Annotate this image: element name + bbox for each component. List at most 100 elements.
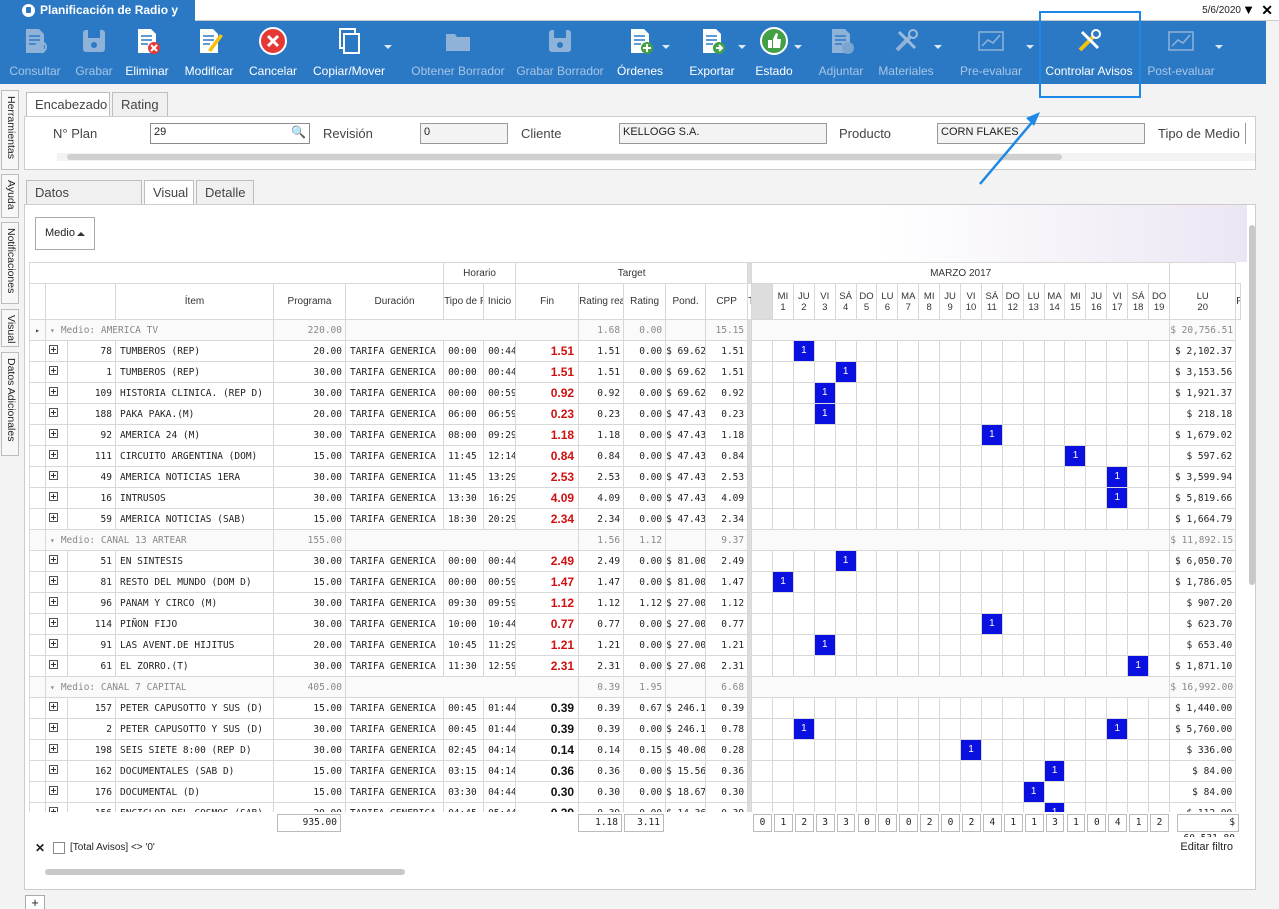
calendar-cell[interactable]	[1022, 613, 1045, 635]
calendar-cell[interactable]	[1043, 424, 1066, 446]
calendar-cell[interactable]	[897, 340, 920, 362]
expand-icon[interactable]	[29, 676, 46, 698]
calendar-cell[interactable]	[834, 718, 857, 740]
calendar-cell[interactable]	[1148, 382, 1171, 404]
calendar-cell[interactable]	[897, 739, 920, 761]
calendar-cell[interactable]: 1	[1106, 466, 1129, 488]
calendar-cell[interactable]	[855, 550, 878, 572]
calendar-cell[interactable]	[960, 571, 982, 593]
calendar-cell[interactable]	[876, 550, 899, 572]
calendar-cell[interactable]	[980, 466, 1003, 488]
ribbon-modificar-button[interactable]: Modificar	[176, 21, 242, 84]
calendar-cell[interactable]	[1106, 739, 1129, 761]
calendar-cell[interactable]	[1022, 550, 1045, 572]
calendar-cell[interactable]	[834, 403, 857, 425]
calendar-cell[interactable]	[792, 781, 815, 803]
calendar-cell[interactable]	[772, 550, 794, 572]
calendar-cell[interactable]	[855, 760, 878, 782]
ribbon-grabar-button[interactable]: Grabar	[70, 21, 118, 84]
calendar-cell[interactable]	[813, 613, 836, 635]
calendar-cell[interactable]	[834, 487, 857, 509]
column-header[interactable]: Inicio	[483, 283, 517, 320]
calendar-cell[interactable]	[918, 508, 941, 530]
expand-row-icon[interactable]	[49, 345, 58, 354]
calendar-cell[interactable]	[1001, 508, 1024, 530]
calendar-cell[interactable]: 1	[960, 739, 982, 761]
expand-row-icon[interactable]	[49, 702, 58, 711]
calendar-cell[interactable]	[918, 655, 941, 677]
calendar-cell[interactable]	[1064, 466, 1087, 488]
ribbon-exportar-button[interactable]: Exportar	[680, 21, 746, 84]
calendar-cell[interactable]	[918, 739, 941, 761]
calendar-cell[interactable]	[834, 697, 857, 719]
calendar-cell[interactable]	[772, 424, 794, 446]
calendar-cell[interactable]	[918, 760, 941, 782]
calendar-cell[interactable]	[834, 634, 857, 656]
calendar-cell[interactable]	[1148, 718, 1171, 740]
calendar-cell[interactable]	[1127, 592, 1150, 614]
calendar-cell[interactable]	[772, 445, 794, 467]
ribbon-adjuntar-button[interactable]: Adjuntar	[812, 21, 870, 84]
calendar-cell[interactable]	[1085, 739, 1108, 761]
calendar-cell[interactable]: 1	[813, 382, 836, 404]
calendar-cell[interactable]	[1148, 487, 1171, 509]
calendar-cell[interactable]	[960, 361, 982, 383]
column-header[interactable]: Ítem	[115, 283, 274, 320]
calendar-cell[interactable]: 1	[813, 634, 836, 656]
table-row[interactable]: 92 AMERICA 24 (M) 30.00 TARIFA GENERICA 08:0…	[29, 424, 1241, 446]
calendar-cell[interactable]	[1127, 508, 1150, 530]
calendar-cell[interactable]	[813, 340, 836, 362]
calendar-cell[interactable]	[834, 739, 857, 761]
close-icon[interactable]: ✕	[1261, 2, 1273, 19]
calendar-cell[interactable]	[772, 382, 794, 404]
calendar-cell[interactable]	[1148, 697, 1171, 719]
calendar-cell[interactable]: 1	[792, 718, 815, 740]
calendar-cell[interactable]	[980, 445, 1003, 467]
calendar-cell[interactable]	[918, 445, 941, 467]
calendar-cell[interactable]	[855, 487, 878, 509]
calendar-cell[interactable]	[897, 487, 920, 509]
calendar-cell[interactable]	[897, 634, 920, 656]
calendar-cell[interactable]	[813, 718, 836, 740]
calendar-cell[interactable]	[1127, 382, 1150, 404]
expand-row-icon[interactable]	[49, 597, 58, 606]
expand-row-icon[interactable]	[49, 639, 58, 648]
calendar-cell[interactable]	[751, 655, 774, 677]
ribbon-órdenes-button[interactable]: Órdenes	[612, 21, 670, 84]
calendar-cell[interactable]	[939, 340, 962, 362]
calendar-cell[interactable]	[751, 550, 774, 572]
calendar-cell[interactable]	[939, 361, 962, 383]
calendar-cell[interactable]	[1148, 550, 1171, 572]
calendar-cell[interactable]	[1127, 403, 1150, 425]
calendar-cell[interactable]	[751, 466, 774, 488]
window-menu-icon[interactable]: ▼	[1242, 2, 1255, 17]
calendar-cell[interactable]	[855, 697, 878, 719]
calendar-cell[interactable]	[960, 655, 982, 677]
calendar-cell[interactable]	[876, 718, 899, 740]
spot-marker[interactable]: 1	[982, 614, 1002, 634]
calendar-cell[interactable]	[834, 382, 857, 404]
calendar-cell[interactable]	[1085, 508, 1108, 530]
calendar-cell[interactable]	[960, 403, 982, 425]
calendar-cell[interactable]	[813, 466, 836, 488]
calendar-cell[interactable]	[939, 445, 962, 467]
calendar-cell[interactable]	[1148, 340, 1171, 362]
calendar-cell[interactable]	[960, 340, 982, 362]
calendar-cell[interactable]	[897, 655, 920, 677]
table-row[interactable]: 91 LAS AVENT.DE HIJITUS 20.00 TARIFA GENERI…	[29, 634, 1241, 656]
calendar-cell[interactable]	[980, 571, 1003, 593]
calendar-cell[interactable]	[1064, 382, 1087, 404]
calendar-cell[interactable]	[1043, 634, 1066, 656]
calendar-cell[interactable]	[876, 487, 899, 509]
calendar-cell[interactable]	[918, 718, 941, 740]
calendar-cell[interactable]	[855, 634, 878, 656]
column-header[interactable]: Fin	[515, 283, 580, 320]
chevron-down-icon[interactable]	[794, 45, 802, 49]
calendar-cell[interactable]	[918, 424, 941, 446]
calendar-cell[interactable]	[1085, 718, 1108, 740]
calendar-cell[interactable]	[897, 697, 920, 719]
calendar-cell[interactable]	[980, 781, 1003, 803]
calendar-cell[interactable]	[751, 361, 774, 383]
calendar-cell[interactable]	[918, 340, 941, 362]
spot-marker[interactable]: 1	[1107, 719, 1127, 739]
